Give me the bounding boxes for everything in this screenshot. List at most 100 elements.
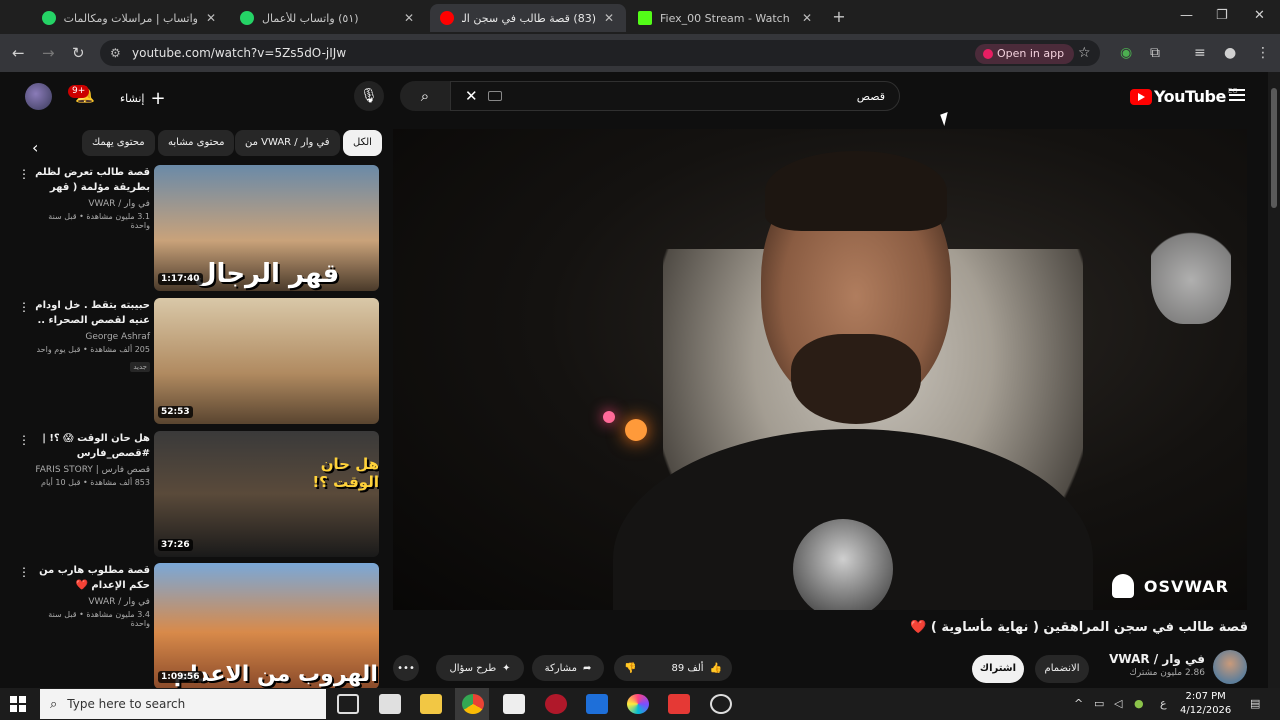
security-app-icon[interactable]: [545, 694, 567, 714]
network-icon[interactable]: ▭: [1094, 697, 1104, 710]
rec-meta: قصة مطلوب هارب من حكم الإعدام ❤️ في وار …: [34, 563, 150, 628]
app-ns-icon[interactable]: [586, 694, 608, 714]
close-icon[interactable]: ✕: [204, 11, 218, 25]
more-actions-icon[interactable]: ⋮: [18, 565, 30, 579]
more-actions-icon[interactable]: ⋮: [18, 433, 30, 447]
tab-whatsapp-business[interactable]: (٥١) واتساب للأعمال ✕: [230, 4, 426, 32]
rec-title[interactable]: حبيبته بتقط . خل اودام عنيه لقصص الصحراء…: [34, 298, 150, 328]
chrome-icon[interactable]: [462, 694, 484, 714]
rec-thumbnail[interactable]: قهر الرجال 1:17:40: [154, 165, 379, 291]
rec-channel[interactable]: قصص فارس | FARIS STORY: [34, 465, 150, 475]
recommended-item[interactable]: ⋮ قصة مطلوب هارب من حكم الإعدام ❤️ في وا…: [18, 563, 380, 689]
windows-start-icon[interactable]: [10, 696, 26, 712]
close-window-icon[interactable]: ✕: [1254, 8, 1265, 23]
new-tab-button[interactable]: +: [830, 8, 848, 26]
mail-icon[interactable]: [379, 694, 401, 714]
duration-badge: 1:09:56: [158, 671, 203, 683]
like-count: 89 ألف: [671, 662, 704, 674]
tab-whatsapp[interactable]: واتساب | مراسلات ومكالمات مجان ✕: [32, 4, 228, 32]
rec-channel[interactable]: George Ashraf: [34, 332, 150, 342]
more-actions-icon[interactable]: ⋮: [18, 167, 30, 181]
reload-icon[interactable]: ↻: [72, 44, 85, 62]
close-icon[interactable]: ✕: [800, 11, 814, 25]
taskbar-search[interactable]: ⌕ Type here to search: [40, 689, 326, 719]
extensions-icon[interactable]: ⧉: [1150, 45, 1160, 61]
rec-meta: قصة طالب تعرض لظلم بطريقة مؤلمة ( قهر ال…: [34, 165, 150, 230]
recommended-item[interactable]: ⋮ قصة طالب تعرض لظلم بطريقة مؤلمة ( قهر …: [18, 165, 380, 291]
forward-icon[interactable]: →: [42, 44, 55, 62]
search-box[interactable]: ✕: [450, 81, 900, 111]
bookmark-star-icon[interactable]: ☆: [1078, 45, 1091, 61]
reading-list-icon[interactable]: ≡: [1194, 45, 1206, 61]
chip-for-you[interactable]: محتوى يهمك: [82, 130, 155, 156]
color-app-icon[interactable]: [627, 694, 649, 714]
rec-title[interactable]: قصة طالب تعرض لظلم بطريقة مؤلمة ( قهر ال…: [34, 165, 150, 195]
join-button[interactable]: الانضمام: [1035, 655, 1089, 683]
clear-search-icon[interactable]: ✕: [465, 87, 478, 105]
wps-icon[interactable]: [668, 694, 690, 714]
rec-thumbnail[interactable]: الهروب من الاعدام 1:09:56: [154, 563, 379, 689]
back-icon[interactable]: ←: [12, 44, 25, 62]
channel-avatar[interactable]: [1213, 650, 1247, 684]
kick-icon: [638, 11, 652, 25]
guide-menu-icon[interactable]: [1229, 89, 1245, 101]
keyboard-icon[interactable]: [487, 91, 502, 101]
rec-channel[interactable]: في وار / VWAR: [34, 597, 150, 607]
system-clock[interactable]: 2:07 PM 4/12/2026: [1180, 690, 1231, 718]
recommended-item[interactable]: ⋮ هل حان الوقت 😱 ؟! | #قصص_فارس قصص فارس…: [18, 431, 380, 557]
search-icon: ⌕: [50, 696, 58, 712]
clock-app-icon[interactable]: [710, 694, 732, 714]
close-icon[interactable]: ✕: [602, 11, 616, 25]
youtube-logo[interactable]: YouTube EG: [1130, 87, 1238, 106]
ask-button[interactable]: طرح سؤال ✦: [436, 655, 524, 681]
like-dislike-group: 👎 89 ألف 👍: [614, 655, 732, 681]
url-text[interactable]: youtube.com/watch?v=5Zs5dO-jIJw: [132, 46, 346, 60]
store-icon[interactable]: [503, 694, 525, 714]
site-info-icon[interactable]: ⚙: [110, 46, 124, 60]
scrollbar-thumb[interactable]: [1271, 88, 1277, 208]
chip-from-channel[interactable]: من VWAR / في وار: [235, 130, 340, 156]
rec-title[interactable]: هل حان الوقت 😱 ؟! | #قصص_فارس: [34, 431, 150, 461]
rec-thumbnail[interactable]: هل حان الوقت ؟! 37:26: [154, 431, 379, 557]
volume-icon[interactable]: ◁: [1114, 697, 1122, 710]
minimize-icon[interactable]: —: [1180, 8, 1193, 23]
extension-badge-icon[interactable]: ◉: [1120, 45, 1132, 61]
maximize-icon[interactable]: ❐: [1216, 8, 1228, 23]
notification-center-icon[interactable]: ▤: [1250, 697, 1260, 710]
account-avatar[interactable]: [25, 83, 52, 110]
video-player[interactable]: OSVWAR: [393, 129, 1247, 610]
tab-youtube[interactable]: (83) قصة طالب في سجن الم ✕: [430, 4, 626, 32]
search-input[interactable]: [511, 89, 885, 103]
tray-overflow-icon[interactable]: ^: [1074, 697, 1083, 710]
channel-info[interactable]: في وار / VWAR 2.86 مليون مشترك: [1100, 652, 1205, 678]
page-scrollbar[interactable]: [1268, 72, 1280, 688]
address-bar[interactable]: ⚙ youtube.com/watch?v=5Zs5dO-jIJw: [100, 40, 1100, 66]
more-actions-button[interactable]: •••: [393, 655, 419, 681]
input-language[interactable]: ع: [1160, 697, 1167, 710]
tab-kick[interactable]: Fiex_00 Stream - Watch Live on ✕: [628, 4, 824, 32]
rec-channel[interactable]: في وار / VWAR: [34, 199, 150, 209]
search-button[interactable]: ⌕: [400, 81, 450, 111]
rec-thumbnail[interactable]: 52:53: [154, 298, 379, 424]
profile-icon[interactable]: ●: [1224, 45, 1236, 61]
open-in-app-button[interactable]: Open in app: [975, 44, 1075, 64]
rec-title[interactable]: قصة مطلوب هارب من حكم الإعدام ❤️: [34, 563, 150, 593]
subscribe-button[interactable]: اشتراك: [972, 655, 1024, 683]
task-view-icon[interactable]: [337, 694, 359, 714]
presenter-hair: [765, 151, 947, 231]
create-button[interactable]: إنشاء +: [120, 88, 166, 109]
voice-search-mic-icon[interactable]: 🎙: [354, 81, 384, 111]
tray-app-icon[interactable]: ●: [1134, 697, 1144, 710]
share-button[interactable]: مشاركة ➦: [532, 655, 604, 681]
like-button[interactable]: 89 ألف 👍: [671, 663, 722, 674]
dislike-icon[interactable]: 👎: [624, 663, 636, 674]
chip-all[interactable]: الكل: [343, 130, 382, 156]
channel-name[interactable]: في وار / VWAR: [1100, 652, 1205, 666]
recommended-item[interactable]: ⋮ حبيبته بتقط . خل اودام عنيه لقصص الصحر…: [18, 298, 380, 424]
close-icon[interactable]: ✕: [402, 11, 416, 25]
more-actions-icon[interactable]: ⋮: [18, 300, 30, 314]
chips-scroll-left-icon[interactable]: ‹: [32, 138, 38, 157]
chip-related[interactable]: محتوى مشابه: [158, 130, 235, 156]
file-explorer-icon[interactable]: [420, 694, 442, 714]
menu-kebab-icon[interactable]: ⋮: [1256, 45, 1270, 61]
